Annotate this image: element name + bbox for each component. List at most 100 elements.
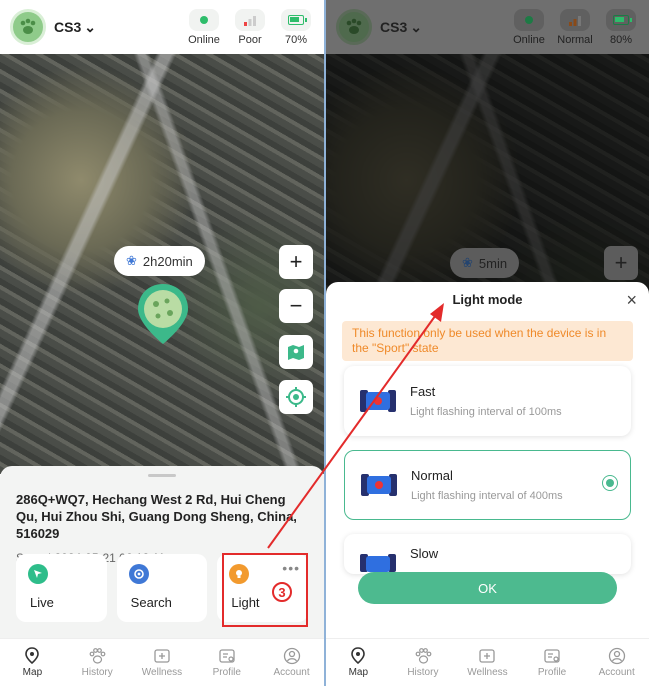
tab-bar: Map History Wellness Profile Account bbox=[326, 638, 649, 686]
map-layer-button[interactable] bbox=[279, 335, 313, 369]
battery-icon bbox=[613, 14, 632, 25]
address-text: 286Q+WQ7, Hechang West 2 Rd, Hui Cheng Q… bbox=[16, 492, 297, 541]
chevron-down-icon: ⌄ bbox=[84, 18, 96, 35]
device-name: CS3 bbox=[380, 19, 408, 35]
tab-history[interactable]: History bbox=[391, 639, 456, 686]
online-status: Online bbox=[511, 8, 547, 46]
tab-label: Map bbox=[22, 667, 43, 678]
battery-status: 70% bbox=[278, 8, 314, 46]
action-row: Live Search ••• Light bbox=[16, 554, 309, 622]
tab-label: Map bbox=[348, 667, 369, 678]
live-button[interactable]: Live bbox=[16, 554, 107, 622]
mode-option-fast[interactable]: Fast Light flashing interval of 100ms bbox=[344, 366, 631, 436]
tab-label: Account bbox=[598, 667, 635, 678]
paw-icon: ❀ bbox=[126, 253, 137, 268]
light-mode-icon bbox=[360, 388, 396, 414]
tab-bar: Map History Wellness Profile Account bbox=[0, 638, 324, 686]
tab-history[interactable]: History bbox=[65, 639, 130, 686]
map-pin-icon bbox=[351, 647, 366, 665]
battery-label: 80% bbox=[609, 33, 633, 46]
light-mode-icon bbox=[361, 472, 397, 498]
account-icon bbox=[608, 647, 625, 665]
online-dot-icon bbox=[525, 15, 533, 24]
light-mode-dialog: Light mode × This function only be used … bbox=[326, 282, 649, 638]
tab-wellness[interactable]: Wellness bbox=[455, 639, 520, 686]
option-name: Slow bbox=[410, 546, 439, 561]
zoom-out-button[interactable]: − bbox=[279, 289, 313, 323]
sport-state-notice: This function only be used when the devi… bbox=[342, 321, 633, 361]
header: CS3 ⌄ Online Poor 70% bbox=[0, 0, 324, 54]
selected-radio[interactable] bbox=[602, 475, 618, 491]
paw-icon bbox=[415, 648, 432, 664]
tab-account[interactable]: Account bbox=[584, 639, 649, 686]
time-pill: ❀ 2h20min bbox=[114, 246, 205, 276]
step-badge: 3 bbox=[272, 582, 292, 602]
close-icon[interactable]: × bbox=[626, 290, 637, 311]
header: CS3 ⌄ Online Normal 80% bbox=[326, 0, 649, 54]
status-group: Online Poor 70% bbox=[186, 8, 314, 46]
profile-card-icon bbox=[544, 649, 560, 663]
signal-bars-icon bbox=[569, 15, 581, 26]
search-button[interactable]: Search bbox=[116, 554, 208, 622]
online-dot-icon bbox=[200, 15, 208, 24]
tab-label: Wellness bbox=[141, 667, 183, 678]
search-label: Search bbox=[130, 595, 172, 610]
health-plus-icon bbox=[479, 649, 496, 663]
tab-map[interactable]: Map bbox=[326, 639, 391, 686]
light-bulb-icon bbox=[229, 564, 250, 584]
chevron-down-icon: ⌄ bbox=[410, 18, 422, 35]
dialog-title: Light mode bbox=[452, 292, 523, 307]
pet-avatar bbox=[336, 9, 372, 45]
online-label: Online bbox=[513, 33, 545, 46]
time-label: 2h20min bbox=[142, 253, 193, 269]
account-icon bbox=[283, 647, 300, 665]
info-sheet: 286Q+WQ7, Hechang West 2 Rd, Hui Cheng Q… bbox=[0, 466, 324, 638]
time-pill: ❀ 5min bbox=[450, 248, 520, 278]
tab-label: Wellness bbox=[467, 667, 508, 678]
live-label: Live bbox=[30, 595, 54, 610]
tab-label: History bbox=[81, 667, 113, 678]
light-mode-screen: CS3 ⌄ Online Normal 80% ❀ 5min + Light m… bbox=[326, 0, 649, 686]
ok-button[interactable]: OK bbox=[358, 572, 617, 604]
light-mode-icon bbox=[360, 546, 396, 572]
device-selector: CS3 ⌄ bbox=[380, 19, 422, 36]
signal-label: Normal bbox=[557, 33, 593, 46]
health-plus-icon bbox=[154, 649, 170, 663]
zoom-in-button: + bbox=[604, 246, 638, 280]
tab-label: Profile bbox=[212, 667, 241, 678]
light-button[interactable]: ••• Light bbox=[217, 554, 309, 622]
status-group: Online Normal 80% bbox=[511, 8, 639, 46]
live-arrow-icon bbox=[28, 564, 48, 584]
profile-card-icon bbox=[219, 649, 235, 663]
locate-crosshair-icon bbox=[286, 387, 306, 407]
paw-pattern-icon bbox=[20, 18, 36, 34]
tab-profile[interactable]: Profile bbox=[520, 639, 585, 686]
paw-pattern-icon bbox=[346, 18, 362, 34]
tab-map[interactable]: Map bbox=[0, 639, 65, 686]
map-person-icon bbox=[288, 345, 304, 360]
more-options-icon[interactable]: ••• bbox=[282, 560, 300, 576]
map-screen: CS3 ⌄ Online Poor 70% ❀ 2h20min + − 286Q… bbox=[0, 0, 324, 686]
tab-label: Profile bbox=[537, 667, 567, 678]
paw-icon bbox=[89, 648, 106, 664]
tab-account[interactable]: Account bbox=[259, 639, 324, 686]
map-pin-icon bbox=[25, 647, 40, 665]
battery-label: 70% bbox=[284, 33, 308, 46]
battery-icon bbox=[288, 14, 307, 25]
mode-option-normal[interactable]: Normal Light flashing interval of 400ms bbox=[344, 450, 631, 520]
tab-profile[interactable]: Profile bbox=[194, 639, 259, 686]
paw-icon: ❀ bbox=[462, 255, 473, 270]
online-label: Online bbox=[188, 33, 220, 46]
option-name: Normal bbox=[411, 468, 453, 483]
time-label: 5min bbox=[478, 255, 508, 271]
locate-pet-button[interactable] bbox=[279, 380, 313, 414]
pet-avatar[interactable] bbox=[10, 9, 46, 45]
tab-label: History bbox=[407, 667, 439, 678]
device-selector[interactable]: CS3 ⌄ bbox=[54, 19, 96, 36]
signal-status: Normal bbox=[557, 8, 593, 46]
tab-wellness[interactable]: Wellness bbox=[130, 639, 195, 686]
mode-option-slow[interactable]: Slow bbox=[344, 534, 631, 574]
online-status: Online bbox=[186, 8, 222, 46]
zoom-in-button[interactable]: + bbox=[279, 245, 313, 279]
option-name: Fast bbox=[410, 384, 436, 399]
